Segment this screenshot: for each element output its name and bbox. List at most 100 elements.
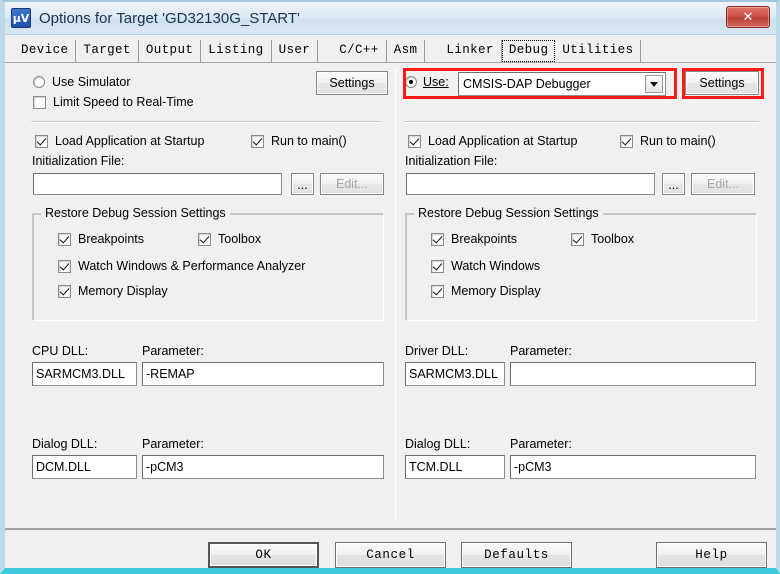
edit-button-right[interactable]: Edit... <box>691 173 755 195</box>
restore-group-title-right: Restore Debug Session Settings <box>414 206 603 220</box>
initialization-file-input-left[interactable] <box>33 173 282 195</box>
dialog-parameter-input-left[interactable]: -pCM3 <box>142 455 384 479</box>
tab-target[interactable]: Target <box>76 40 139 62</box>
simulator-settings-button[interactable]: Settings <box>316 71 388 95</box>
limit-speed-checkbox[interactable] <box>33 95 46 109</box>
breakpoints-label-right: Breakpoints <box>451 232 518 246</box>
panel-divider <box>395 67 396 522</box>
restore-watch-windows-row-left[interactable]: Watch Windows & Performance Analyzer <box>58 259 305 273</box>
dialog-dll-label-left: Dialog DLL: <box>32 437 98 451</box>
breakpoints-checkbox-left[interactable] <box>58 232 71 246</box>
use-simulator-label: Use Simulator <box>52 75 131 89</box>
help-button[interactable]: Help <box>656 542 767 568</box>
watch-windows-label-left: Watch Windows & Performance Analyzer <box>78 259 306 273</box>
dialog-footer: OK Cancel Defaults Help <box>5 528 776 568</box>
restore-debug-session-group-left: Restore Debug Session Settings Breakpoin… <box>32 206 384 321</box>
dialog-parameter-label-left: Parameter: <box>142 437 204 451</box>
restore-breakpoints-row-right[interactable]: Breakpoints <box>431 232 517 246</box>
use-simulator-row[interactable]: Use Simulator <box>33 75 131 89</box>
driver-parameter-input[interactable] <box>510 362 756 386</box>
toolbox-checkbox-right[interactable] <box>571 232 584 246</box>
load-application-label-left: Load Application at Startup <box>55 134 205 148</box>
dialog-dll-input-right[interactable]: TCM.DLL <box>405 455 505 479</box>
driver-dll-input[interactable]: SARMCM3.DLL <box>405 362 505 386</box>
cpu-dll-label: CPU DLL: <box>32 344 89 358</box>
tab-device[interactable]: Device <box>14 40 77 62</box>
tab-output[interactable]: Output <box>138 40 202 62</box>
ok-button[interactable]: OK <box>208 542 319 568</box>
breakpoints-checkbox-right[interactable] <box>431 232 444 246</box>
breakpoints-label-left: Breakpoints <box>78 232 145 246</box>
tab-utilities[interactable]: Utilities <box>555 40 642 62</box>
load-application-checkbox-left[interactable] <box>35 134 48 148</box>
toolbox-label-left: Toolbox <box>218 232 262 246</box>
initialization-file-label-right: Initialization File: <box>405 154 498 168</box>
run-to-main-checkbox-right[interactable] <box>620 134 633 148</box>
restore-breakpoints-row-left[interactable]: Breakpoints <box>58 232 144 246</box>
edit-button-left[interactable]: Edit... <box>320 173 384 195</box>
cancel-button[interactable]: Cancel <box>335 542 446 568</box>
watch-windows-label-right: Watch Windows <box>451 259 541 273</box>
tab-c-cpp[interactable]: C/C++ <box>332 40 387 62</box>
memory-display-checkbox-right[interactable] <box>431 284 444 298</box>
use-debugger-radio[interactable] <box>405 76 417 88</box>
keil-uvision-icon: µV <box>11 8 31 28</box>
use-debugger-label: Use: <box>423 75 449 89</box>
debugger-settings-button[interactable]: Settings <box>685 71 759 95</box>
watch-windows-checkbox-right[interactable] <box>431 259 444 273</box>
use-debugger-row[interactable]: Use: <box>405 75 449 89</box>
chevron-down-icon[interactable] <box>645 75 663 93</box>
use-debugger-dropdown[interactable]: CMSIS-DAP Debugger <box>458 72 666 96</box>
load-app-row-left[interactable]: Load Application at Startup <box>35 134 204 148</box>
run-to-main-row-left[interactable]: Run to main() <box>251 134 347 148</box>
load-app-row-right[interactable]: Load Application at Startup <box>408 134 577 148</box>
separator-line-left <box>31 121 381 123</box>
restore-memory-display-row-right[interactable]: Memory Display <box>431 284 541 298</box>
tab-linker[interactable]: Linker <box>439 40 502 62</box>
tab-debug[interactable]: Debug <box>501 40 556 62</box>
debugger-selected-value: CMSIS-DAP Debugger <box>463 77 591 91</box>
defaults-button[interactable]: Defaults <box>461 542 572 568</box>
cpu-parameter-label: Parameter: <box>142 344 204 358</box>
tab-asm[interactable]: Asm <box>386 40 426 62</box>
restore-debug-session-group-right: Restore Debug Session Settings Breakpoin… <box>405 206 757 321</box>
restore-watch-windows-row-right[interactable]: Watch Windows <box>431 259 540 273</box>
separator-line-right <box>404 121 759 123</box>
dialog-parameter-label-right: Parameter: <box>510 437 572 451</box>
run-to-main-label-left: Run to main() <box>271 134 347 148</box>
tab-bar: Device Target Output Listing User C/C++ … <box>5 35 776 62</box>
initialization-file-label-left: Initialization File: <box>32 154 125 168</box>
load-application-checkbox-right[interactable] <box>408 134 421 148</box>
dialog-dll-label-right: Dialog DLL: <box>405 437 471 451</box>
run-to-main-label-right: Run to main() <box>640 134 716 148</box>
use-simulator-radio[interactable] <box>33 76 45 88</box>
tab-listing[interactable]: Listing <box>201 40 272 62</box>
restore-group-title-left: Restore Debug Session Settings <box>41 206 230 220</box>
memory-display-label-left: Memory Display <box>78 284 168 298</box>
toolbox-label-right: Toolbox <box>591 232 635 246</box>
restore-toolbox-row-right[interactable]: Toolbox <box>571 232 634 246</box>
watch-windows-checkbox-left[interactable] <box>58 259 71 273</box>
browse-button-left[interactable]: ... <box>291 173 314 195</box>
limit-speed-row[interactable]: Limit Speed to Real-Time <box>33 95 194 109</box>
cpu-dll-input[interactable]: SARMCM3.DLL <box>32 362 137 386</box>
restore-memory-display-row-left[interactable]: Memory Display <box>58 284 168 298</box>
tab-user[interactable]: User <box>271 40 319 62</box>
dialog-dll-input-left[interactable]: DCM.DLL <box>32 455 137 479</box>
limit-speed-label: Limit Speed to Real-Time <box>53 95 194 109</box>
run-to-main-checkbox-left[interactable] <box>251 134 264 148</box>
memory-display-checkbox-left[interactable] <box>58 284 71 298</box>
debug-settings-panel: Use Simulator Limit Speed to Real-Time S… <box>5 62 776 528</box>
window-title: Options for Target 'GD32130G_START' <box>39 9 300 27</box>
run-to-main-row-right[interactable]: Run to main() <box>620 134 716 148</box>
load-application-label-right: Load Application at Startup <box>428 134 578 148</box>
toolbox-checkbox-left[interactable] <box>198 232 211 246</box>
title-bar: µV Options for Target 'GD32130G_START' ✕ <box>5 2 776 35</box>
browse-button-right[interactable]: ... <box>662 173 685 195</box>
memory-display-label-right: Memory Display <box>451 284 541 298</box>
dialog-parameter-input-right[interactable]: -pCM3 <box>510 455 756 479</box>
restore-toolbox-row-left[interactable]: Toolbox <box>198 232 261 246</box>
cpu-parameter-input[interactable]: -REMAP <box>142 362 384 386</box>
close-icon[interactable]: ✕ <box>726 6 770 28</box>
initialization-file-input-right[interactable] <box>406 173 655 195</box>
